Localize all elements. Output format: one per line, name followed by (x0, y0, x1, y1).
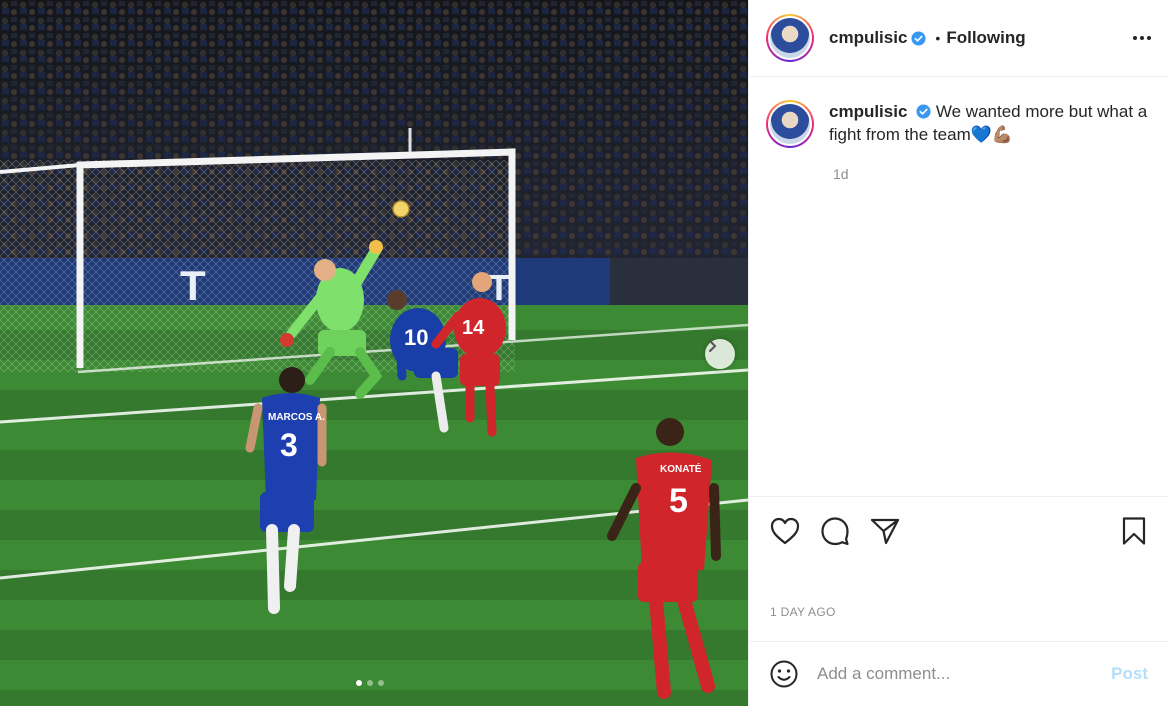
comment-button[interactable] (819, 515, 851, 547)
following-button[interactable]: Following (946, 28, 1025, 48)
separator-dot: • (935, 30, 941, 46)
carousel-indicator (356, 680, 384, 686)
svg-text:KONATÉ: KONATÉ (660, 462, 702, 475)
caption-age[interactable]: 1d (833, 166, 1168, 182)
comment-icon (821, 517, 849, 546)
caption: cmpulisic We wanted more but what a figh… (749, 78, 1168, 148)
post-media[interactable]: T T 10 (0, 0, 748, 706)
save-button[interactable] (1118, 515, 1150, 547)
post-date[interactable]: 1 DAY AGO (770, 605, 836, 619)
carousel-next-button[interactable] (705, 339, 735, 369)
chevron-right-icon (709, 340, 717, 352)
action-bar: 1 DAY AGO (749, 496, 1168, 619)
avatar[interactable] (766, 14, 814, 62)
bookmark-icon (1122, 517, 1146, 545)
verified-badge-icon (916, 104, 931, 119)
svg-text:3: 3 (280, 427, 298, 463)
svg-text:5: 5 (669, 482, 688, 520)
emoji-icon (770, 660, 798, 688)
svg-text:MARCOS A.: MARCOS A. (268, 412, 325, 423)
caption-avatar[interactable] (766, 100, 814, 148)
caption-text: cmpulisic We wanted more but what a figh… (829, 100, 1149, 148)
emoji-button[interactable] (769, 659, 799, 689)
carousel-dot (356, 680, 362, 686)
share-button[interactable] (869, 515, 901, 547)
carousel-dot (367, 680, 373, 686)
carousel-dot (378, 680, 384, 686)
svg-text:14: 14 (462, 317, 485, 339)
post-panel: cmpulisic • Following cmpulisic We wante… (748, 0, 1168, 706)
svg-text:10: 10 (404, 325, 428, 350)
post-header: cmpulisic • Following (749, 0, 1168, 77)
verified-badge-icon (911, 30, 926, 46)
profile-picture (770, 18, 810, 58)
username-link[interactable]: cmpulisic (829, 28, 907, 48)
comment-input[interactable] (815, 663, 1112, 685)
match-photo: T T 10 (0, 0, 748, 706)
profile-picture (770, 104, 810, 144)
post-comment-button[interactable]: Post (1111, 664, 1148, 684)
caption-username-link[interactable]: cmpulisic (829, 102, 907, 121)
comments-area: cmpulisic We wanted more but what a figh… (749, 78, 1168, 496)
heart-icon (770, 517, 800, 545)
comment-bar: Post (749, 641, 1168, 706)
like-button[interactable] (769, 515, 801, 547)
more-options-icon (1133, 36, 1151, 40)
more-options-button[interactable] (1130, 26, 1154, 50)
share-icon (870, 518, 900, 545)
